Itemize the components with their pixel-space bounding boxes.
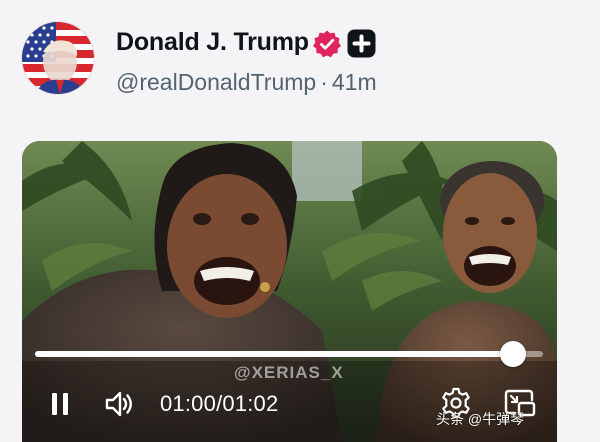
author-handle[interactable]: @realDonaldTrump: [116, 69, 316, 95]
video-progress-bar[interactable]: [35, 341, 543, 367]
post-card: Donald J. Trump @realDonaldTrump · 41m @…: [0, 0, 600, 442]
volume-icon[interactable]: [104, 389, 136, 419]
video-duration: 01:02: [222, 391, 279, 416]
post-timestamp[interactable]: 41m: [332, 69, 377, 95]
author-handle-line: @realDonaldTrump · 41m: [116, 69, 377, 96]
meta-separator: ·: [320, 69, 328, 95]
video-time-readout: 01:00/01:02: [160, 391, 278, 417]
video-frame: [22, 141, 557, 442]
video-progress-fill: [35, 351, 513, 357]
author-display-name[interactable]: Donald J. Trump: [116, 28, 309, 57]
source-watermark: 头条 @牛弹琴: [436, 411, 525, 427]
video-player[interactable]: @XERIAS_X 01:00/01:02: [22, 141, 557, 442]
author-avatar[interactable]: [22, 22, 94, 94]
plus-badge-icon: [347, 29, 376, 58]
pause-icon[interactable]: [48, 391, 74, 417]
verified-badge-icon: [313, 30, 341, 58]
avatar-image: [22, 22, 94, 94]
video-watermark: @XERIAS_X: [234, 363, 344, 382]
video-progress-thumb[interactable]: [499, 341, 526, 367]
video-current-time: 01:00: [160, 391, 217, 416]
